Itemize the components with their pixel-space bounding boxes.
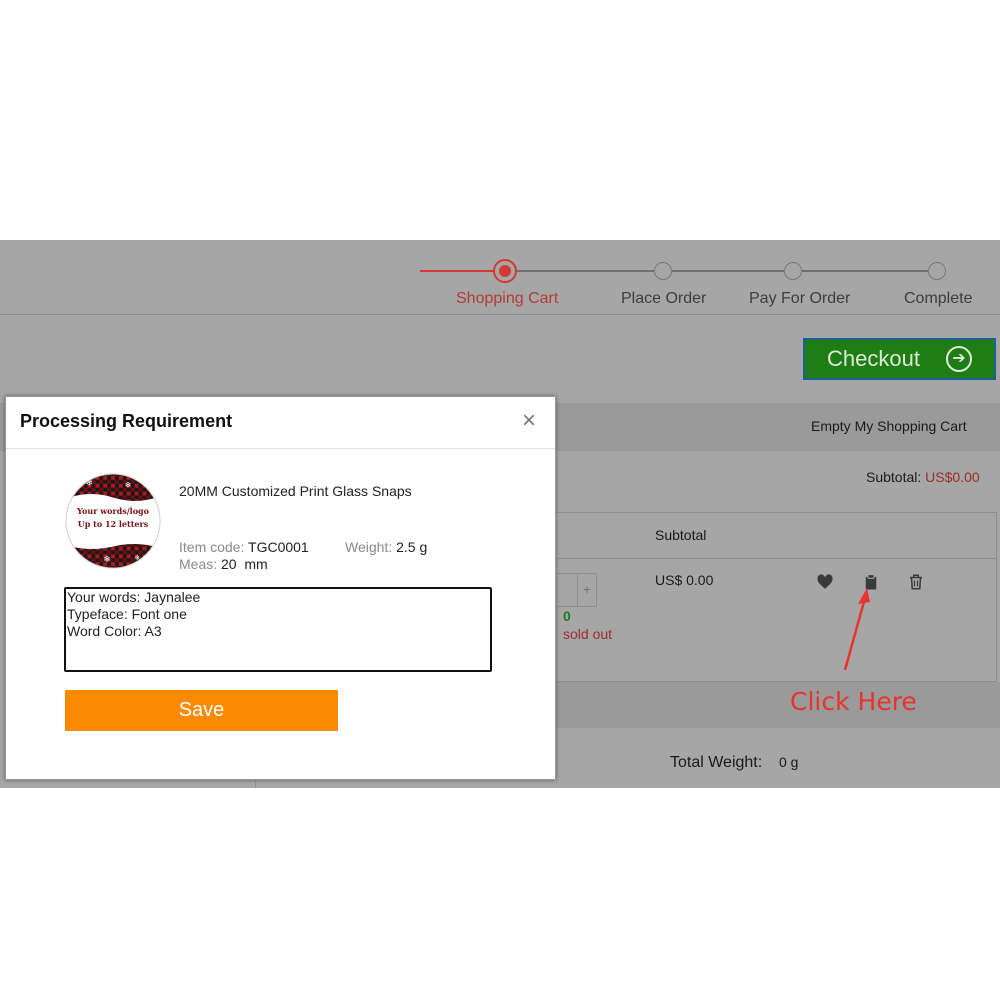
measurement: Meas: 20 mm bbox=[179, 556, 268, 572]
annotation-arrow bbox=[843, 588, 870, 671]
dialog-divider bbox=[6, 448, 555, 449]
checkout-label: Checkout bbox=[827, 346, 920, 371]
product-name: 20MM Customized Print Glass Snaps bbox=[179, 483, 412, 499]
subtotal-label: Subtotal: bbox=[866, 469, 922, 485]
step-label-place-order: Place Order bbox=[621, 290, 707, 307]
item-code: Item code: TGC0001 bbox=[179, 539, 309, 555]
weight: Weight: 2.5 g bbox=[345, 539, 427, 555]
subtotal-value: US$0.00 bbox=[925, 469, 980, 485]
sold-out-label: sold out bbox=[563, 626, 613, 642]
product-image-caption: Your words/logo Up to 12 letters bbox=[64, 505, 162, 531]
step-dot-pay-for-order bbox=[784, 262, 802, 280]
table-header-divider bbox=[545, 558, 997, 559]
requirement-line: Typeface: Font one bbox=[67, 606, 187, 622]
cart-footer-band bbox=[545, 682, 1000, 728]
step-label-shopping-cart: Shopping Cart bbox=[456, 290, 559, 307]
processing-requirement-dialog: Processing Requirement × ❄ ❄ ❄ ❄ Your wo… bbox=[5, 396, 556, 780]
cart-subtotal: Subtotal: US$0.00 bbox=[866, 469, 980, 485]
step-line bbox=[672, 270, 784, 272]
image-text-line: Your words/logo bbox=[77, 506, 149, 516]
step-label-pay-for-order: Pay For Order bbox=[749, 290, 851, 307]
step-dot-shopping-cart bbox=[493, 259, 517, 283]
total-weight-value: 0 g bbox=[779, 754, 799, 770]
meas-value: 20 mm bbox=[221, 556, 268, 572]
click-here-annotation: Click Here bbox=[790, 687, 917, 716]
column-header-subtotal: Subtotal bbox=[655, 527, 707, 543]
step-line bbox=[802, 270, 928, 272]
heart-icon[interactable] bbox=[816, 573, 834, 591]
weight-label: Weight: bbox=[345, 539, 393, 555]
quantity-plus-button[interactable]: + bbox=[577, 573, 597, 607]
close-icon[interactable]: × bbox=[522, 409, 536, 433]
item-code-label: Item code: bbox=[179, 539, 245, 555]
requirement-line: Your words: Jaynalee bbox=[67, 589, 201, 605]
step-line bbox=[420, 270, 494, 272]
image-text-line: Up to 12 letters bbox=[77, 519, 149, 529]
requirement-line: Word Color: A3 bbox=[67, 623, 162, 639]
requirement-textarea[interactable]: Your words: Jaynalee Typeface: Font one … bbox=[64, 587, 492, 672]
empty-cart-link[interactable]: Empty My Shopping Cart bbox=[811, 418, 967, 434]
cart-table bbox=[545, 512, 997, 682]
checkout-button[interactable]: Checkout ➔ bbox=[803, 338, 996, 380]
divider bbox=[0, 314, 1000, 315]
item-code-value: TGC0001 bbox=[248, 539, 309, 555]
meas-label: Meas: bbox=[179, 556, 218, 572]
step-label-complete: Complete bbox=[904, 290, 973, 307]
dialog-title: Processing Requirement bbox=[20, 411, 233, 431]
svg-text:❄: ❄ bbox=[103, 554, 110, 564]
weight-value: 2.5 g bbox=[396, 539, 428, 555]
svg-text:❄: ❄ bbox=[125, 481, 132, 490]
step-line bbox=[516, 270, 654, 272]
arrow-right-circle-icon: ➔ bbox=[946, 346, 972, 372]
step-dot-place-order bbox=[654, 262, 672, 280]
stock-count: 0 bbox=[563, 608, 571, 624]
step-dot-complete bbox=[928, 262, 946, 280]
trash-icon[interactable] bbox=[907, 573, 925, 591]
total-weight-label: Total Weight: bbox=[670, 754, 763, 771]
save-button[interactable]: Save bbox=[65, 690, 338, 731]
item-subtotal: US$ 0.00 bbox=[655, 572, 714, 588]
